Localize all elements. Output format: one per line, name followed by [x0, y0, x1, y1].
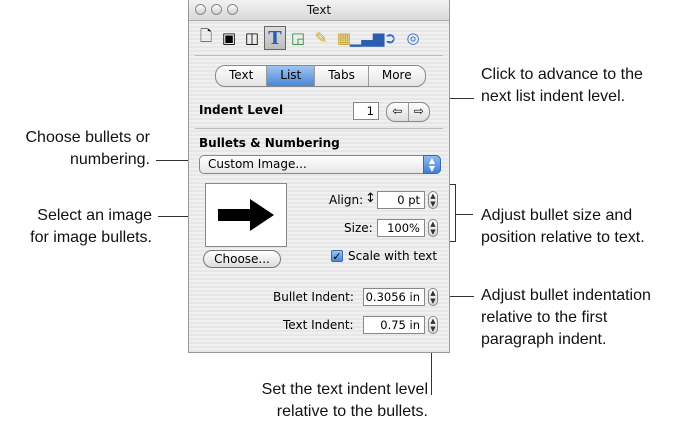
text-icon[interactable]: T — [264, 26, 286, 50]
right-arrow-icon — [218, 199, 274, 231]
text-indent-label: Text Indent: — [283, 318, 354, 332]
choose-button[interactable]: Choose... — [203, 250, 281, 268]
indent-right-arrow-icon[interactable]: ⇨ — [409, 103, 430, 121]
metrics-icon[interactable]: ✎ — [310, 26, 332, 50]
bullet-image-well[interactable] — [205, 183, 287, 247]
callout-text: position relative to text. — [481, 229, 645, 246]
bullets-numbering-heading: Bullets & Numbering — [199, 136, 340, 150]
updown-arrow-icon: ↕ — [365, 191, 376, 206]
callout-bullet-indent: Adjust bullet indentation relative to th… — [481, 285, 651, 351]
tab-tabs[interactable]: Tabs — [315, 66, 369, 86]
bullet-indent-label: Bullet Indent: — [273, 290, 354, 304]
title-bar[interactable]: Text — [189, 0, 449, 21]
wrap-icon[interactable]: ◫ — [241, 26, 263, 50]
callout-text: paragraph indent. — [481, 331, 607, 348]
tab-text[interactable]: Text — [216, 66, 268, 86]
qt-icon[interactable]: ◎ — [402, 26, 424, 50]
callout-text: Set the text indent level — [261, 381, 428, 398]
tab-list[interactable]: List — [267, 66, 316, 86]
chevron-updown-icon: ▲ ▼ — [423, 155, 441, 174]
inspector-tabs: Text List Tabs More — [215, 65, 426, 87]
size-stepper[interactable]: ▲ ▼ — [428, 219, 438, 237]
scale-with-text-label: Scale with text — [348, 249, 438, 263]
scale-with-text-checkbox[interactable]: ✓ — [331, 250, 343, 262]
callout-text: for image bullets. — [30, 229, 152, 246]
indent-level-label: Indent Level — [199, 103, 284, 117]
chart-icon[interactable]: ▁▃▆ — [350, 26, 385, 50]
callout-select-image: Select an image for image bullets. — [0, 205, 152, 249]
callout-text: Choose bullets or — [25, 129, 150, 146]
align-label: Align: — [329, 193, 364, 207]
size-label: Size: — [344, 221, 373, 235]
callout-text: Select an image — [37, 207, 152, 224]
indent-level-arrows: ⇦ ⇨ — [386, 102, 430, 122]
callout-text: numbering. — [69, 151, 150, 168]
leader-line — [455, 184, 456, 242]
callout-text: Adjust bullet indentation — [481, 287, 651, 304]
window-title: Text — [306, 3, 332, 17]
indent-left-arrow-icon[interactable]: ⇦ — [387, 103, 409, 121]
bullet-style-popup[interactable]: Custom Image... ▲ ▼ — [199, 155, 441, 174]
tab-more[interactable]: More — [369, 66, 425, 86]
callout-advance-indent: Click to advance to the next list indent… — [481, 64, 643, 108]
size-field[interactable]: 100% — [377, 219, 425, 237]
leader-line — [455, 214, 473, 215]
callout-text: relative to the bullets. — [276, 403, 428, 420]
callout-text: relative to the first — [481, 309, 608, 326]
bullet-indent-field[interactable]: 0.3056 in — [363, 288, 425, 306]
callout-adjust-size: Adjust bullet size and position relative… — [481, 205, 645, 249]
graphic-icon[interactable]: ◲ — [287, 26, 309, 50]
callout-text: next list indent level. — [481, 88, 626, 105]
text-indent-stepper[interactable]: ▲ ▼ — [428, 316, 438, 334]
callout-text-indent: Set the text indent level relative to th… — [200, 379, 428, 423]
align-field[interactable]: 0 pt — [377, 191, 425, 209]
link-icon[interactable]: ➲ — [379, 26, 401, 50]
divider — [195, 55, 443, 56]
inspector-toolbar: 🗋 ▣ ◫ T ◲ ✎ ▦ ▁▃▆ ➲ ◎ — [195, 26, 445, 52]
bullet-style-value: Custom Image... — [208, 157, 307, 171]
callout-text: Adjust bullet size and — [481, 207, 633, 224]
layout-icon[interactable]: ▣ — [218, 26, 240, 50]
text-indent-field[interactable]: 0.75 in — [363, 316, 425, 334]
indent-level-field[interactable]: 1 — [353, 102, 379, 120]
align-stepper[interactable]: ▲ ▼ — [428, 191, 438, 209]
document-icon[interactable]: 🗋 — [195, 26, 217, 50]
bullet-indent-stepper[interactable]: ▲ ▼ — [428, 288, 438, 306]
callout-text: Click to advance to the — [481, 66, 643, 83]
text-inspector-window: Text 🗋 ▣ ◫ T ◲ ✎ ▦ ▁▃▆ ➲ ◎ Text List Tab… — [188, 0, 450, 353]
divider — [195, 128, 443, 129]
callout-choose-bullets: Choose bullets or numbering. — [0, 127, 150, 171]
